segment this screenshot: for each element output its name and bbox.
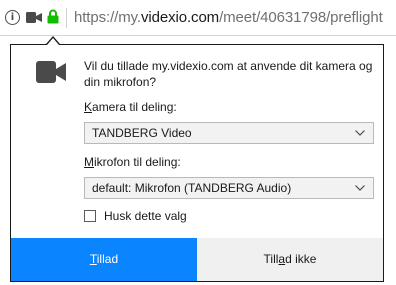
camera-label: Kamera til deling: [84, 100, 177, 114]
url-bar[interactable]: i https://my.videxio.com/meet/40631798/p… [0, 0, 396, 36]
camera-accesskey: K [84, 100, 93, 114]
camera-select-value: TANDBERG Video [92, 126, 192, 140]
chevron-down-icon [355, 130, 365, 136]
url-path: /meet/40631798/preflight [219, 9, 383, 26]
camera-select[interactable]: TANDBERG Video [84, 122, 374, 144]
mic-label: Mikrofon til deling: [84, 155, 181, 169]
camera-icon[interactable] [26, 12, 42, 23]
url-separator [66, 8, 67, 28]
url-prefix: https://my. [74, 9, 141, 26]
mic-select[interactable]: default: Mikrofon (TANDBERG Audio) [84, 177, 374, 199]
deny-label-prefix: Till [263, 252, 279, 266]
permission-prompt: Vil du tillade my.videxio.com at anvende… [84, 59, 373, 89]
allow-label-rest: illad [96, 252, 119, 266]
chevron-down-icon [355, 185, 365, 191]
mic-accesskey: M [84, 155, 94, 169]
allow-accesskey: T [89, 252, 97, 266]
remember-label[interactable]: Husk dette valg [104, 209, 187, 223]
permission-panel: Vil du tillade my.videxio.com at anvende… [10, 44, 384, 282]
info-icon[interactable]: i [5, 10, 20, 25]
camera-label-text: amera til deling: [92, 100, 177, 114]
panel-arrow-inner [47, 38, 59, 45]
url-domain: videxio.com [140, 9, 220, 26]
mic-select-value: default: Mikrofon (TANDBERG Audio) [92, 181, 292, 195]
deny-button[interactable]: Tillad ikke [197, 238, 383, 281]
remember-checkbox[interactable] [84, 210, 96, 222]
deny-label-rest: d ikke [285, 252, 317, 266]
mic-label-text: ikrofon til deling: [94, 155, 181, 169]
allow-button[interactable]: Tillad [11, 238, 197, 281]
url-text[interactable]: https://my.videxio.com/meet/40631798/pre… [74, 9, 383, 26]
lock-icon[interactable] [47, 9, 59, 24]
video-camera-icon [36, 61, 66, 83]
